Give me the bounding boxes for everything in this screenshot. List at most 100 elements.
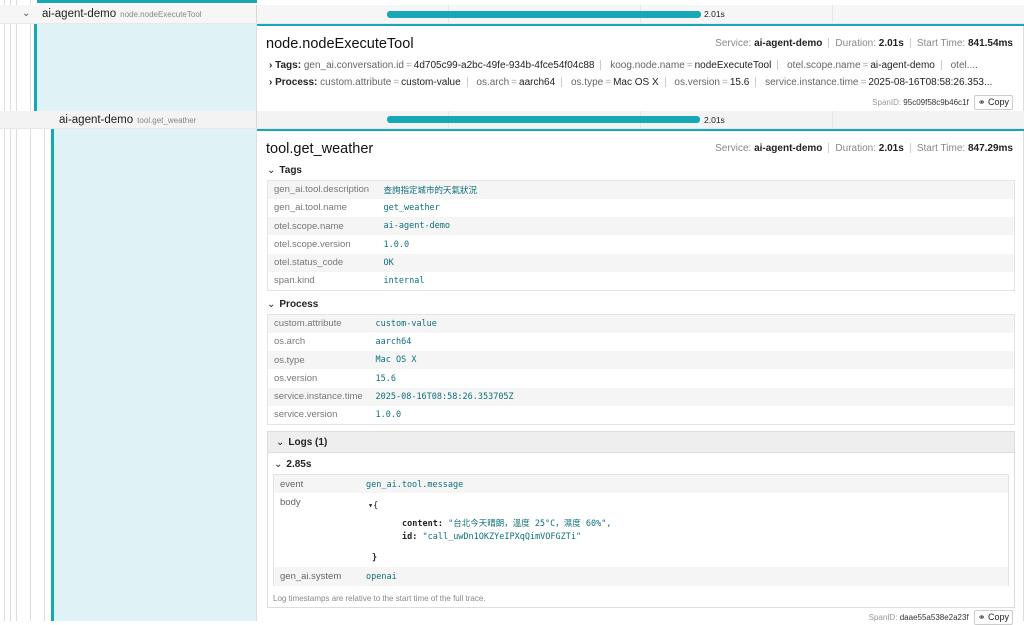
span-row-label: ai-agent-demo node.nodeExecuteTool [42, 5, 202, 24]
indent-guide [30, 0, 31, 621]
log-row-body: body ▾{ content: "台北今天晴朗，溫度 25°C，濕度 60%"… [274, 493, 1008, 567]
table-row: os.version 15.6 [268, 369, 1015, 387]
span-row-get-weather[interactable]: ai-agent-demo tool.get_weather 2.01s [0, 111, 1024, 129]
tags-section-header[interactable]: ⌄ Tags [267, 165, 302, 176]
process-key: os.arch [274, 336, 306, 348]
link-icon: ⚭ [977, 97, 986, 107]
process-value: 2025-08-16T08:58:26.353705Z [369, 387, 1015, 406]
service-label: Service: [715, 38, 752, 49]
span-row-node-execute-tool[interactable]: ⌄ ai-agent-demo node.nodeExecuteTool 2.01… [0, 5, 1024, 24]
chevron-right-icon[interactable]: › [269, 77, 272, 88]
json-close: } [372, 553, 378, 563]
column-divider[interactable] [256, 5, 257, 23]
span-detail-node-execute-tool: node.nodeExecuteTool Service: ai-agent-d… [256, 24, 1024, 111]
start-time-value: 847.29ms [967, 143, 1013, 154]
timeline-grid-line [832, 111, 833, 128]
process-section-title: Process [279, 299, 319, 310]
chevron-right-icon[interactable]: › [269, 60, 272, 71]
process-value: 1.0.0 [375, 409, 402, 420]
column-divider[interactable] [256, 111, 257, 128]
copy-label: Copy [987, 97, 1009, 107]
indent-guide [10, 0, 11, 621]
span-detail-stripe [34, 24, 256, 111]
tag-key: otel.scope.name [267, 217, 378, 236]
copy-span-id-button[interactable]: ⚭ Copy [973, 610, 1013, 625]
json-content-line: content: "台北今天晴朗，溫度 25°C，濕度 60%", [402, 517, 612, 529]
span-duration-bar[interactable] [387, 116, 700, 123]
chevron-down-icon: ⌄ [274, 459, 283, 470]
start-time-label: Start Time: [916, 38, 966, 49]
detail-top-accent [257, 24, 1024, 26]
process-key: custom.attribute [267, 314, 370, 333]
log-key: gen_ai.system [280, 571, 342, 582]
process-section-header[interactable]: ⌄ Process [267, 299, 318, 310]
tags-summary[interactable]: › Tags: gen_ai.conversation.id = 4d705c99-… [269, 60, 1019, 71]
span-row-label: ai-agent-demo tool.get_weather [59, 111, 196, 130]
process-item: os.version = 15.6 [674, 77, 750, 88]
duration-value: 2.01s [878, 143, 904, 154]
span-duration-bar[interactable] [387, 11, 701, 18]
span-meta: Service: ai-agent-demo Duration: 2.01s Sta… [715, 38, 1013, 49]
log-row-system: gen_ai.system openai [274, 567, 1008, 586]
tag-key: otel.scope.version [274, 239, 351, 251]
table-row: os.type Mac OS X [267, 351, 1015, 370]
chevron-down-icon: ⌄ [267, 165, 276, 176]
span-id-value: 95c09f58c9b46c1f [903, 98, 969, 107]
json-key: id: [402, 532, 418, 542]
tag-key: gen_ai.tool.description [267, 180, 378, 199]
process-value: Mac OS X [369, 351, 1015, 370]
table-row: otel.status_code OK [267, 253, 1015, 272]
span-title: node.nodeExecuteTool [266, 36, 414, 52]
process-item: service.instance.time = 2025-08-16T08:58:2… [765, 77, 993, 88]
logs-footnote: Log timestamps are relative to the start… [273, 594, 486, 603]
timeline-grid-line [832, 5, 833, 23]
table-row: gen_ai.tool.description 查詢指定城市的天氣狀況 [267, 180, 1015, 199]
tag-value: OK [377, 253, 1015, 272]
tag-value: internal [383, 275, 425, 286]
logs-section-title: Logs (1) [288, 437, 328, 448]
log-value: gen_ai.tool.message [366, 480, 464, 490]
process-summary[interactable]: › Process: custom.attribute = custom-value… [269, 77, 1019, 88]
tags-label: Tags: [275, 60, 302, 71]
log-row-event: event gen_ai.tool.message [274, 475, 1008, 493]
json-open[interactable]: ▾{ [368, 501, 378, 511]
log-key: body [280, 497, 301, 508]
json-key: content: [402, 519, 443, 529]
json-id-line: id: "call_uwDn1OKZYeIPXqQimVOFGZTi" [402, 532, 581, 542]
process-value: aarch64 [375, 336, 412, 347]
span-duration-label: 2.01s [704, 9, 725, 19]
tag-key: gen_ai.tool.name [274, 202, 347, 214]
detail-top-accent [257, 129, 1024, 131]
process-value: 15.6 [375, 373, 396, 384]
span-duration-label: 2.01s [704, 115, 725, 125]
process-table: custom.attribute custom-value os.arch aarc… [267, 314, 1015, 425]
tags-section-title: Tags [279, 165, 302, 176]
log-entry-table: event gen_ai.tool.message body ▾{ conten… [273, 474, 1009, 586]
log-entry-header[interactable]: ⌄ 2.85s [274, 459, 311, 470]
table-row: span.kind internal [268, 272, 1015, 290]
log-key: event [280, 479, 304, 490]
log-value: openai [366, 572, 397, 582]
indent-guide [44, 111, 45, 621]
chevron-down-icon[interactable]: ⌄ [22, 5, 30, 23]
duration-label: Duration: [835, 143, 876, 154]
table-row: otel.scope.version 1.0.0 [268, 235, 1015, 253]
chevron-down-icon: ⌄ [276, 437, 285, 448]
table-row: otel.scope.name ai-agent-demo [267, 217, 1015, 236]
copy-span-id-button[interactable]: ⚭ Copy [973, 95, 1013, 110]
span-detail-get-weather: tool.get_weather Service: ai-agent-demo D… [256, 129, 1024, 625]
span-id-label: SpanID: [872, 98, 902, 107]
process-key: os.type [267, 351, 370, 370]
indent-guide [4, 0, 5, 621]
tag-item: otel.scope.name = ai-agent-demo [787, 60, 935, 71]
json-string-value: "call_uwDn1OKZYeIPXqQimVOFGZTi" [422, 532, 582, 542]
service-label: Service: [715, 143, 752, 154]
tag-value: get_weather [383, 202, 440, 213]
service-value: ai-agent-demo [754, 143, 823, 154]
span-operation-name: tool.get_weather [137, 116, 197, 125]
logs-section-header[interactable]: ⌄ Logs (1) [267, 431, 1015, 453]
process-item: os.arch = aarch64 [476, 77, 556, 88]
span-detail-stripe [51, 129, 256, 621]
process-item: custom.attribute = custom-value [320, 77, 461, 88]
tag-value: 查詢指定城市的天氣狀況 [377, 180, 1015, 199]
